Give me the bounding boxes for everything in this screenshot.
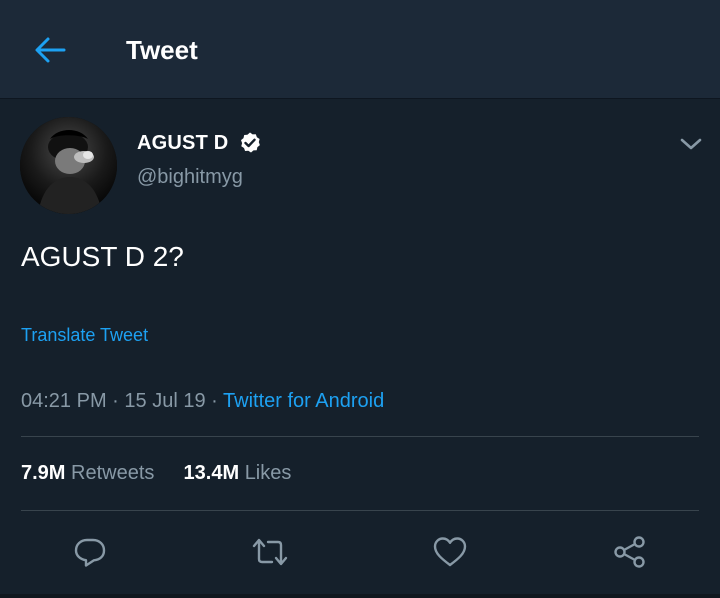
share-button[interactable] — [610, 532, 650, 572]
retweets-stat[interactable]: 7.9M Retweets — [21, 462, 160, 484]
tweet-metadata: 04:21 PM · 15 Jul 19 · Twitter for Andro… — [21, 390, 384, 413]
heart-icon — [433, 537, 467, 567]
tweet-source-link[interactable]: Twitter for Android — [223, 390, 384, 412]
tweet-text: AGUST D 2? — [21, 241, 184, 272]
tweet-date: 15 Jul 19 — [124, 390, 206, 412]
tweet-detail-screen: Tweet AGUST D @bighitmyg AGUST D 2? Tran… — [0, 0, 720, 598]
avatar[interactable] — [20, 117, 117, 214]
divider — [21, 436, 699, 437]
retweets-count: 7.9M — [21, 462, 66, 484]
retweets-label: Retweets — [71, 462, 155, 484]
reply-icon — [74, 538, 106, 567]
tweet-time: 04:21 PM — [21, 390, 107, 412]
avatar-photo — [20, 117, 117, 214]
share-icon — [614, 536, 645, 568]
meta-separator: · — [112, 390, 119, 412]
top-app-bar: Tweet — [0, 0, 720, 99]
tweet-stats: 7.9M Retweets 13.4M Likes — [21, 462, 291, 485]
back-button[interactable] — [30, 30, 70, 70]
divider — [21, 510, 699, 511]
bottom-edge — [0, 594, 720, 598]
arrow-left-icon — [35, 37, 66, 63]
like-button[interactable] — [430, 532, 470, 572]
retweet-icon — [252, 538, 288, 566]
likes-count: 13.4M — [183, 462, 240, 484]
likes-stat[interactable]: 13.4M Likes — [184, 462, 292, 484]
author-handle[interactable]: @bighitmyg — [137, 166, 243, 189]
retweet-button[interactable] — [250, 532, 290, 572]
chevron-down-icon[interactable] — [678, 134, 704, 154]
reply-button[interactable] — [70, 532, 110, 572]
author-name-row[interactable]: AGUST D — [137, 130, 262, 156]
likes-label: Likes — [244, 462, 292, 484]
display-name: AGUST D — [137, 131, 229, 154]
translate-tweet-link[interactable]: Translate Tweet — [21, 325, 148, 346]
verified-badge-icon — [241, 132, 261, 153]
page-title: Tweet — [126, 35, 198, 65]
meta-separator: · — [211, 390, 218, 412]
